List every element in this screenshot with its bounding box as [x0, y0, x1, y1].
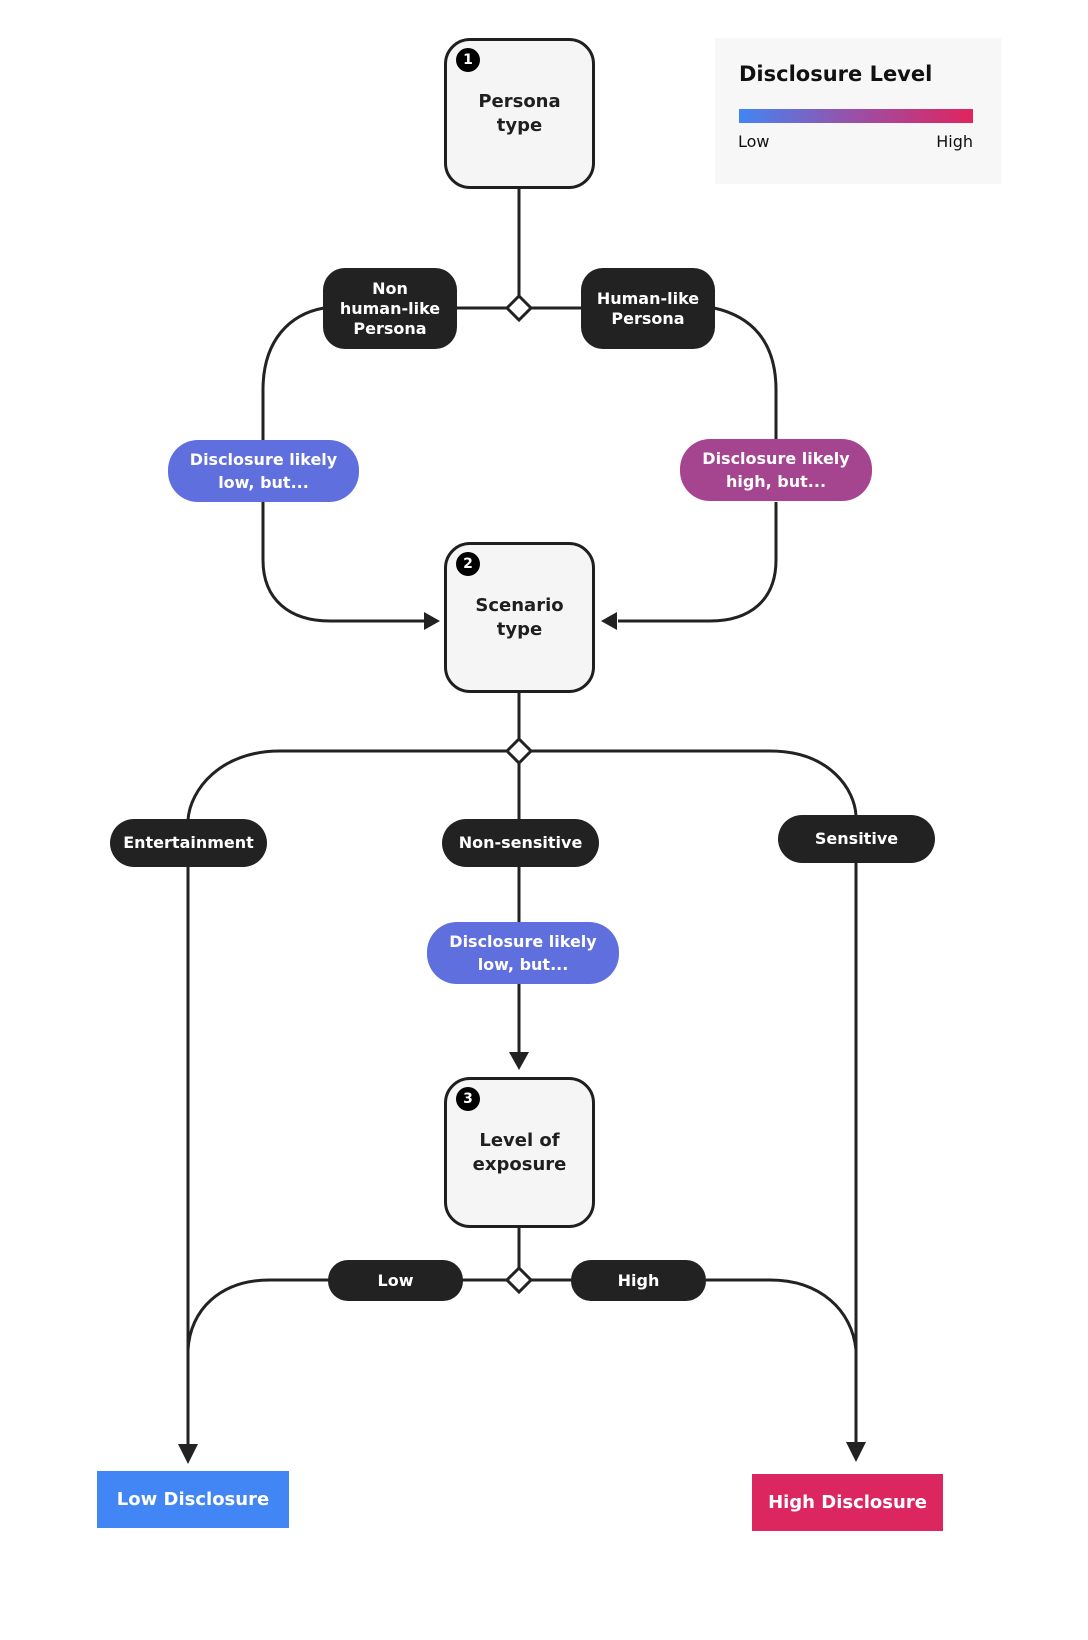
pill-entertainment: Entertainment [110, 819, 267, 867]
arrowhead-right-into-scenario [601, 612, 617, 630]
arrowhead-into-high-outcome [846, 1442, 866, 1462]
arrowhead-into-low-outcome [178, 1444, 198, 1464]
legend-panel: Disclosure Level Low High [715, 38, 1001, 184]
outcome-low-disclosure: Low Disclosure [97, 1471, 289, 1528]
note-human-high: Disclosure likely high, but... [680, 439, 872, 501]
legend-title: Disclosure Level [739, 62, 933, 86]
note-nonhuman-low: Disclosure likely low, but... [168, 440, 359, 502]
junction-diamond-2 [504, 736, 534, 766]
junction-diamond-3 [504, 1265, 534, 1295]
legend-high-label: High [936, 132, 973, 151]
step-number-badge: 2 [456, 552, 480, 576]
step-number-badge: 3 [456, 1087, 480, 1111]
edge-to-sensitive [530, 749, 858, 817]
legend-low-label: Low [738, 132, 770, 151]
pill-sensitive: Sensitive [778, 815, 935, 863]
step-number-badge: 1 [456, 48, 480, 72]
pill-non-human-persona: Non human-like Persona [323, 268, 457, 349]
node-scenario-type: 2 Scenario type [444, 542, 595, 693]
pill-exposure-low: Low [328, 1260, 463, 1301]
node-persona-type: 1 Persona type [444, 38, 595, 189]
edge-high-to-outcome [706, 1278, 858, 1351]
node-label: Persona type [478, 90, 561, 136]
outcome-high-disclosure: High Disclosure [752, 1474, 943, 1531]
junction-diamond-1 [504, 293, 534, 323]
legend-gradient-bar [739, 109, 973, 123]
edge-low-to-outcome [186, 1278, 330, 1351]
node-label: Scenario type [475, 594, 564, 640]
pill-non-sensitive: Non-sensitive [442, 819, 599, 867]
note-nonsensitive-low: Disclosure likely low, but... [427, 922, 619, 984]
node-level-of-exposure: 3 Level of exposure [444, 1077, 595, 1228]
pill-exposure-high: High [571, 1260, 706, 1301]
arrowhead-into-exposure [509, 1052, 529, 1070]
pill-human-persona: Human-like Persona [581, 268, 715, 349]
node-label: Level of exposure [472, 1129, 567, 1175]
edge-to-entertainment [186, 749, 508, 821]
arrowhead-left-into-scenario [424, 612, 440, 630]
